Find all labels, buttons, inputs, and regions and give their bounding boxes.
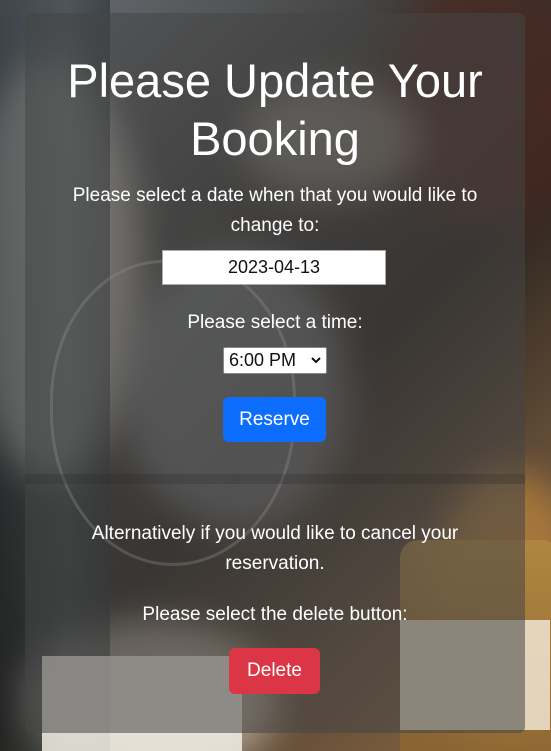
chevron-down-icon — [310, 348, 322, 381]
cancel-text: Alternatively if you would like to cance… — [91, 523, 459, 574]
date-input[interactable]: 2023-04-13 — [162, 250, 386, 285]
delete-prompt: Please select the delete button: — [142, 604, 408, 625]
reserve-button[interactable]: Reserve — [223, 397, 326, 442]
time-select[interactable]: 6:00 PM — [223, 347, 327, 374]
page-title: Please Update Your Booking — [67, 54, 483, 165]
date-prompt: Please select a date when that you would… — [72, 185, 478, 236]
time-select-value: 6:00 PM — [229, 350, 297, 370]
delete-button[interactable]: Delete — [229, 648, 320, 694]
time-prompt: Please select a time: — [187, 312, 363, 333]
section-divider — [25, 474, 525, 484]
